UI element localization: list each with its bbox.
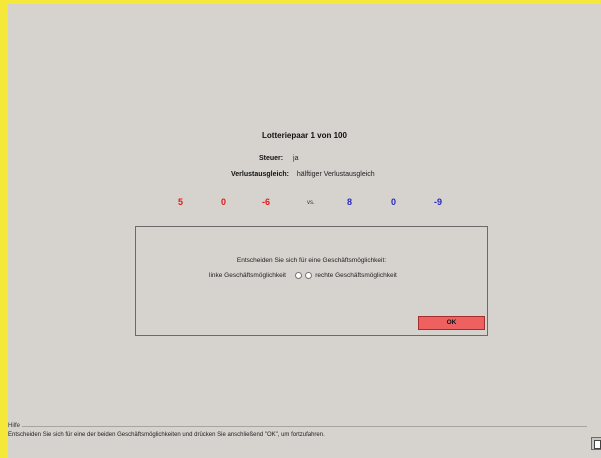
window-border-left — [0, 0, 8, 458]
choice-row: linke Geschäftsmöglichkeit rechte Geschä… — [209, 272, 397, 279]
vs-label: vs. — [307, 200, 315, 206]
app-window: Lotteriepaar 1 von 100 Steuer: ja Verlus… — [0, 0, 601, 458]
left-outcome-2: 0 — [221, 197, 227, 207]
left-outcome-3: -6 — [262, 197, 271, 207]
tax-row: Steuer: ja — [259, 155, 298, 162]
left-option-label: linke Geschäftsmöglichkeit — [209, 272, 286, 280]
right-option-label: rechte Geschäftsmöglichkeit — [315, 272, 397, 280]
help-text: Entscheiden Sie sich für eine der beiden… — [8, 432, 325, 438]
loss-offset-value: hälftiger Verlustausgleich — [296, 171, 375, 178]
ok-button[interactable]: OK — [418, 316, 485, 330]
tax-label: Steuer: — [259, 155, 284, 162]
left-option-radio[interactable] — [294, 272, 302, 279]
tax-value: ja — [293, 155, 299, 162]
right-outcome-1: 8 — [347, 197, 353, 207]
right-option-radio[interactable] — [305, 272, 313, 279]
left-outcome-1: 5 — [178, 197, 184, 207]
loss-offset-row: Verlustausgleich: hälftiger Verlustausgl… — [231, 171, 375, 178]
help-legend: Hilfe — [8, 423, 21, 429]
calculator-icon[interactable] — [591, 437, 601, 450]
loss-offset-label: Verlustausgleich: — [231, 171, 289, 178]
decision-question: Entscheiden Sie sich für eine Geschäftsm… — [236, 257, 387, 264]
right-outcome-2: 0 — [391, 197, 397, 207]
right-outcome-3: -9 — [434, 197, 443, 207]
help-divider — [22, 426, 587, 427]
page-title: Lotteriepaar 1 von 100 — [262, 131, 347, 140]
main-panel: Lotteriepaar 1 von 100 Steuer: ja Verlus… — [8, 4, 601, 458]
decision-box: Entscheiden Sie sich für eine Geschäftsm… — [135, 226, 488, 336]
